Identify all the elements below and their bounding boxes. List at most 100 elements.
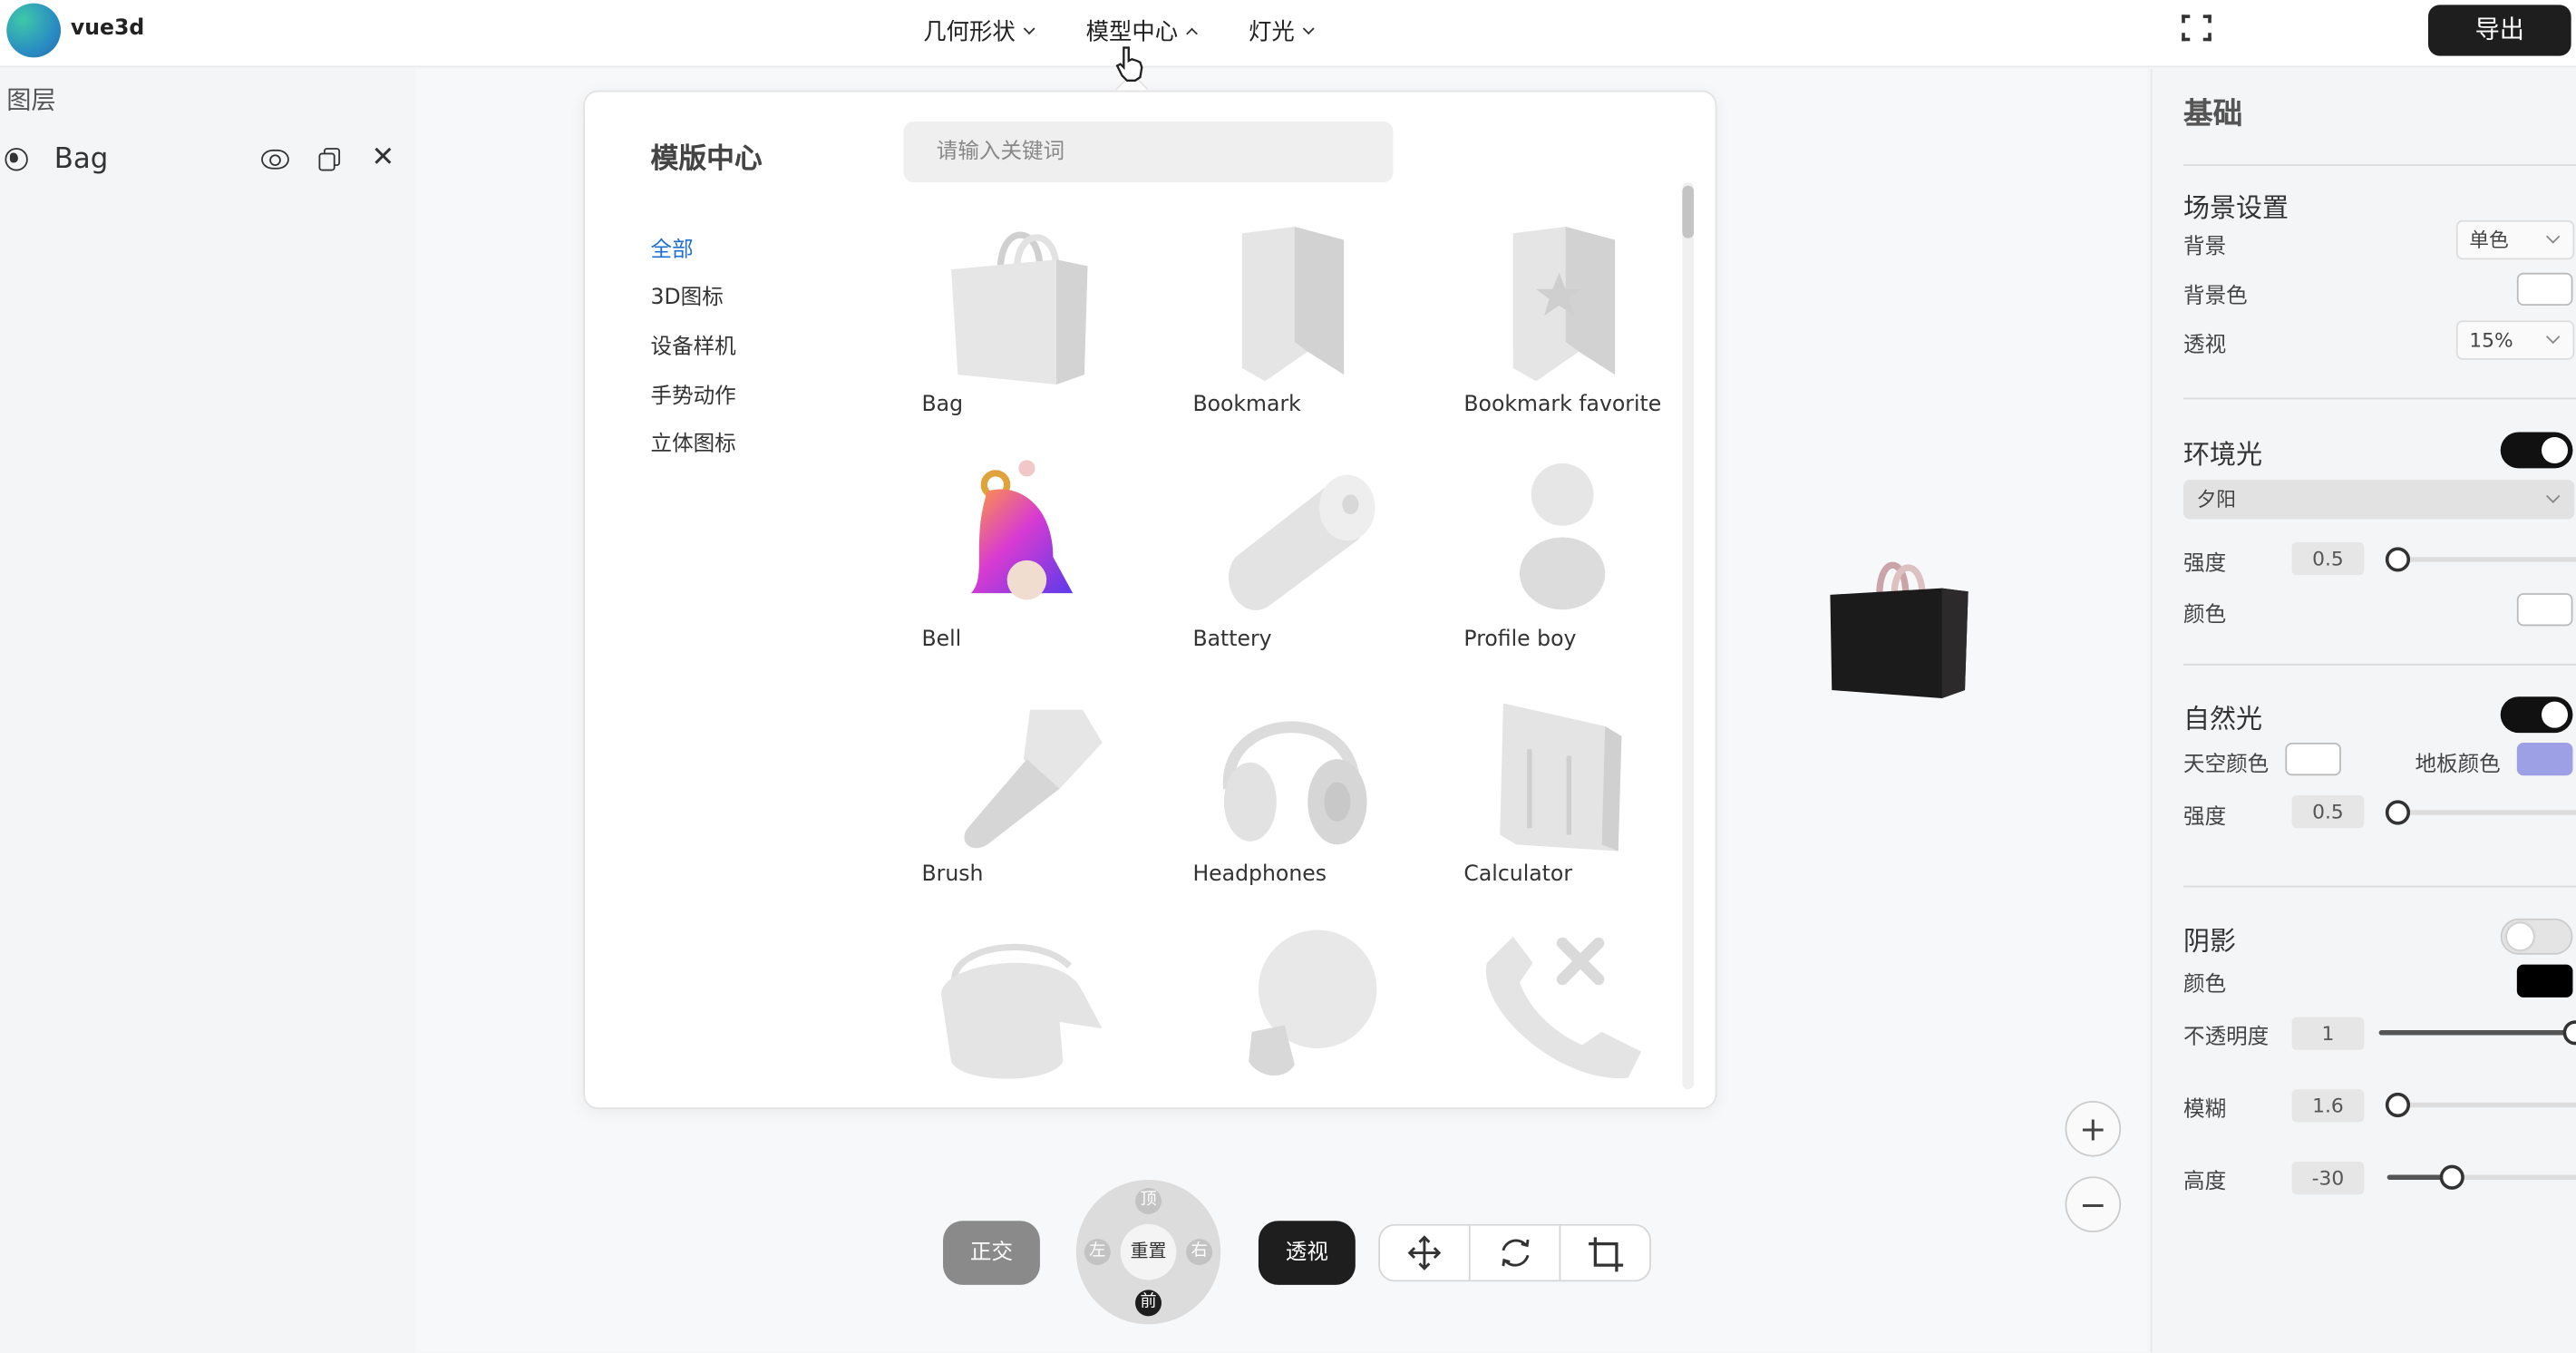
- top-bar: vue3d 几何形状 模型中心 灯光 导出: [0, 0, 2576, 68]
- scale-tool[interactable]: [1560, 1226, 1651, 1280]
- model-card-phone-call[interactable]: [1463, 930, 1710, 1086]
- app-name: vue3d: [70, 16, 145, 42]
- shadow-blur-slider[interactable]: [2385, 1092, 2576, 1118]
- shadow-opacity-slider[interactable]: [2378, 1020, 2576, 1046]
- model-card-profile-boy[interactable]: Profile boy: [1463, 459, 1710, 681]
- background-select-value: 单色: [2469, 228, 2509, 252]
- category-3d-icons[interactable]: 3D图标: [651, 279, 724, 310]
- popup-scrollbar[interactable]: [1682, 182, 1695, 1090]
- model-label: Brush: [921, 862, 984, 888]
- view-left-button[interactable]: 左: [1084, 1239, 1111, 1266]
- model-card-bell[interactable]: Bell: [921, 459, 1168, 681]
- bag-thumbnail: [921, 223, 1168, 387]
- menu-lighting-label: 灯光: [1249, 19, 1295, 46]
- category-device-mockups[interactable]: 设备样机: [651, 328, 736, 360]
- scene-bag-model[interactable]: [1827, 552, 1971, 704]
- menu-geometry[interactable]: 几何形状: [923, 15, 1035, 47]
- shadow-title: 阴影: [2183, 925, 2237, 957]
- shadow-opacity-value[interactable]: 1: [2291, 1017, 2365, 1050]
- category-gestures[interactable]: 手势动作: [651, 378, 736, 409]
- shadow-blur-value[interactable]: 1.6: [2291, 1089, 2365, 1123]
- ambient-intensity-label: 强度: [2183, 551, 2227, 577]
- move-tool[interactable]: [1380, 1226, 1471, 1280]
- rotate-tool[interactable]: [1471, 1226, 1561, 1280]
- move-icon: [1407, 1235, 1442, 1270]
- profile-boy-thumbnail: [1463, 459, 1710, 623]
- model-card-headphones[interactable]: Headphones: [1192, 694, 1439, 916]
- export-button[interactable]: 导出: [2427, 5, 2571, 56]
- bg-color-label: 背景色: [2183, 284, 2248, 309]
- search-input[interactable]: [903, 122, 1394, 183]
- zoom-out-button[interactable]: −: [2065, 1176, 2122, 1232]
- model-card-bag[interactable]: Bag: [921, 223, 1168, 445]
- hemisphere-light-toggle[interactable]: [2500, 696, 2573, 734]
- perspective-label: 透视: [2183, 333, 2227, 358]
- orthographic-button[interactable]: 正交: [943, 1221, 1040, 1285]
- layer-item[interactable]: Bag ✕: [0, 138, 414, 184]
- hemisphere-intensity-slider[interactable]: [2385, 800, 2576, 825]
- shadow-height-slider[interactable]: [2386, 1164, 2576, 1190]
- hand-pointer-icon: [1113, 46, 1146, 83]
- model-label: Bell: [921, 628, 962, 653]
- ambient-preset-value: 夕阳: [2196, 488, 2237, 511]
- model-card-bookmark-favorite[interactable]: Bookmark favorite: [1463, 223, 1710, 445]
- chevron-down-icon: [2546, 489, 2561, 503]
- zoom-in-button[interactable]: +: [2065, 1100, 2122, 1157]
- model-card-bucket[interactable]: [921, 930, 1168, 1086]
- model-label: Bag: [921, 393, 964, 418]
- chevron-down-icon: [2546, 229, 2561, 244]
- ambient-color-swatch[interactable]: [2516, 593, 2573, 627]
- scrollbar-thumb[interactable]: [1682, 185, 1695, 238]
- ambient-intensity-slider[interactable]: [2385, 547, 2576, 572]
- battery-thumbnail: [1192, 459, 1439, 623]
- bg-color-swatch[interactable]: [2516, 272, 2573, 307]
- eye-icon[interactable]: [261, 149, 289, 170]
- view-front-button[interactable]: 前: [1135, 1290, 1162, 1317]
- hemisphere-intensity-value[interactable]: 0.5: [2291, 794, 2365, 829]
- shadow-color-swatch[interactable]: [2516, 964, 2573, 998]
- shadow-height-label: 高度: [2183, 1170, 2227, 1195]
- model-card-calculator[interactable]: Calculator: [1463, 694, 1710, 916]
- layers-title: 图层: [6, 85, 56, 115]
- fullscreen-icon[interactable]: [2182, 15, 2211, 42]
- copy-icon[interactable]: [318, 148, 341, 171]
- layers-panel: [0, 69, 414, 1353]
- background-select[interactable]: 单色: [2455, 219, 2575, 260]
- app-logo: [6, 3, 62, 58]
- model-label: Profile boy: [1463, 628, 1577, 653]
- layer-name: Bag: [53, 142, 109, 176]
- sky-color-swatch[interactable]: [2285, 742, 2341, 776]
- view-top-button[interactable]: 顶: [1135, 1188, 1162, 1214]
- close-icon[interactable]: ✕: [371, 141, 394, 174]
- ambient-color-label: 颜色: [2183, 602, 2227, 628]
- model-card-bookmark[interactable]: Bookmark: [1192, 223, 1439, 445]
- category-all[interactable]: 全部: [651, 231, 694, 263]
- category-stereo-icons[interactable]: 立体图标: [651, 425, 736, 457]
- model-label: Headphones: [1192, 862, 1327, 888]
- ambient-light-toggle[interactable]: [2500, 432, 2573, 469]
- view-reset-button[interactable]: 重置: [1120, 1223, 1177, 1280]
- ground-color-swatch[interactable]: [2516, 742, 2573, 776]
- transform-tool-group: [1378, 1223, 1651, 1282]
- model-card-light-bulb[interactable]: [1192, 930, 1439, 1086]
- ambient-preset-select[interactable]: 夕阳: [2183, 480, 2575, 520]
- perspective-button[interactable]: 透视: [1258, 1221, 1356, 1285]
- hemisphere-intensity-label: 强度: [2183, 804, 2227, 831]
- calculator-thumbnail: [1463, 694, 1710, 858]
- perspective-select-value: 15%: [2469, 328, 2513, 352]
- menu-lighting[interactable]: 灯光: [1249, 15, 1315, 47]
- ambient-intensity-value[interactable]: 0.5: [2291, 541, 2365, 576]
- perspective-select[interactable]: 15%: [2455, 320, 2575, 360]
- bookmark-thumbnail: [1192, 223, 1439, 387]
- menu-model-center[interactable]: 模型中心: [1086, 15, 1198, 47]
- shadow-height-value[interactable]: -30: [2291, 1162, 2365, 1195]
- chevron-down-icon: [2546, 329, 2561, 345]
- model-label: Battery: [1192, 628, 1272, 653]
- sky-color-label: 天空颜色: [2183, 752, 2270, 778]
- model-card-battery[interactable]: Battery: [1192, 459, 1439, 681]
- globe-icon: [5, 148, 28, 171]
- view-right-button[interactable]: 右: [1186, 1239, 1213, 1266]
- shadow-toggle[interactable]: [2500, 918, 2573, 955]
- bucket-thumbnail: [921, 930, 1168, 1095]
- model-card-brush[interactable]: Brush: [921, 694, 1168, 916]
